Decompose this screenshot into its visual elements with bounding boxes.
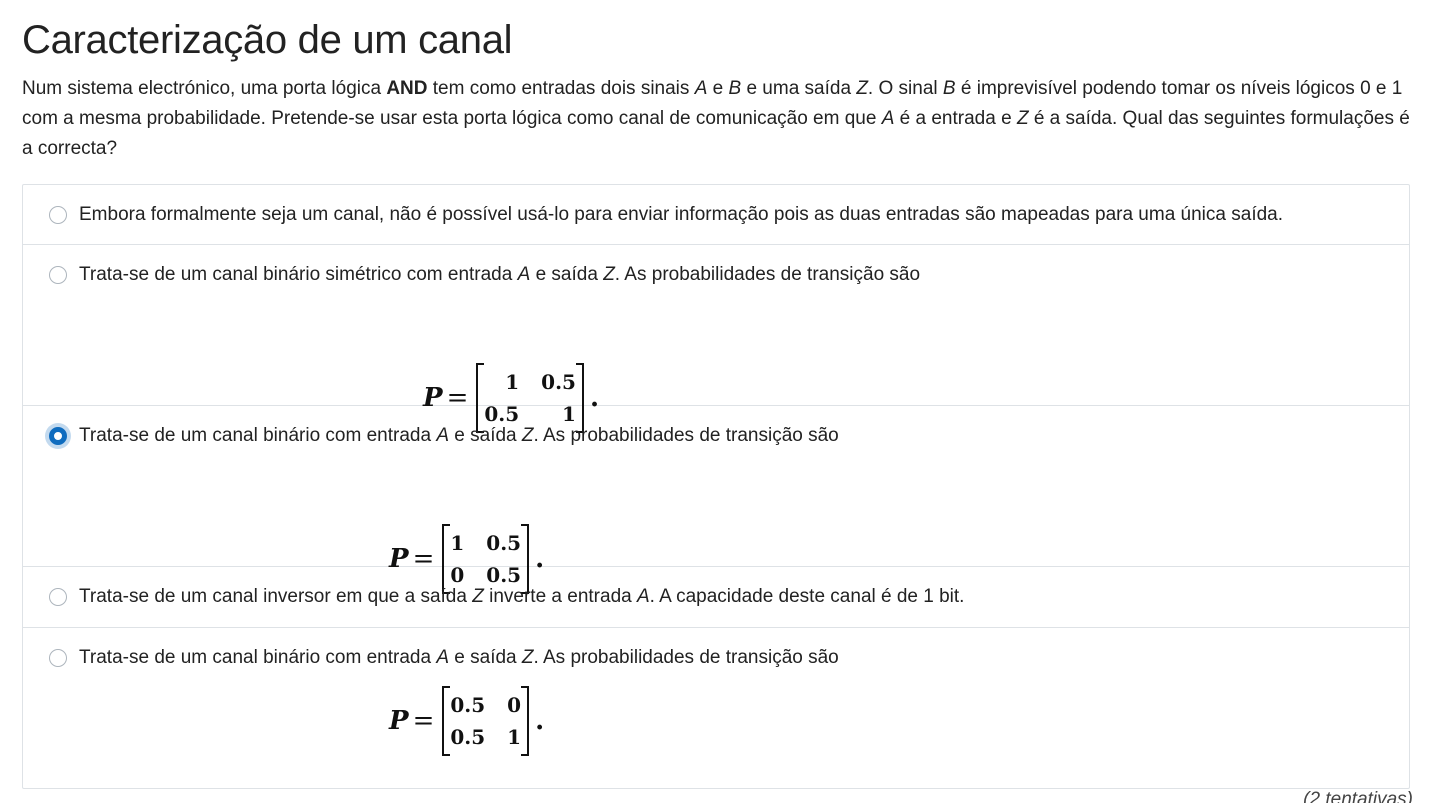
option-text: . As probabilidades de transição são — [614, 264, 921, 285]
option-text: inverte a entrada — [483, 586, 637, 607]
stem-text: Num sistema electrónico, uma porta lógic… — [22, 78, 387, 99]
matrix-period: . — [535, 706, 545, 736]
attempts-note: (2 tentativas) — [1303, 789, 1413, 803]
matrix-cell: 1 — [450, 531, 465, 555]
matrix-cell: 0.5 — [450, 693, 486, 717]
matrix-cell: 1 — [505, 370, 520, 394]
option-var-a: A — [636, 586, 650, 607]
answer-option-4[interactable]: Trata-se de um canal inversor em que a s… — [23, 567, 1409, 628]
option-text: e saída — [449, 647, 522, 668]
matrix-cell: 1 — [507, 725, 522, 749]
option-var-a: A — [436, 425, 449, 446]
option-text: Trata-se de um canal binário com entrada — [79, 647, 437, 668]
stem-var-a: A — [694, 78, 708, 99]
stem-text: e uma saída — [741, 78, 857, 99]
question-stem: Num sistema electrónico, uma porta lógic… — [22, 74, 1412, 164]
option-text: Trata-se de um canal inversor em que a s… — [79, 586, 473, 607]
stem-var-z: Z — [856, 78, 868, 99]
option-text: Trata-se de um canal binário simétrico c… — [79, 264, 518, 285]
stem-text: tem como entradas dois sinais — [427, 78, 695, 99]
matrix-cell: 0.5 — [486, 531, 522, 555]
option-label: Trata-se de um canal binário simétrico c… — [79, 260, 920, 290]
radio-button[interactable] — [49, 588, 67, 606]
answer-options: Embora formalmente seja um canal, não é … — [22, 184, 1410, 789]
option-text: Trata-se de um canal binário com entrada — [79, 425, 437, 446]
option-label: Trata-se de um canal inversor em que a s… — [79, 582, 964, 612]
option-text: . A capacidade deste canal é de 1 bit. — [649, 586, 965, 607]
radio-button[interactable] — [49, 206, 67, 224]
stem-and-keyword: AND — [386, 78, 428, 99]
stem-text: é a entrada e — [894, 108, 1017, 129]
option-text: e saída — [449, 425, 522, 446]
option-text: e saída — [530, 264, 604, 285]
option-var-a: A — [517, 264, 531, 285]
matrix-cell: 0.5 — [450, 725, 486, 749]
question-page: Caracterização de um canal Num sistema e… — [22, 0, 1412, 789]
option-var-z: Z — [521, 425, 534, 446]
option-text: . As probabilidades de transição são — [533, 647, 839, 668]
stem-var-b: B — [942, 78, 956, 99]
matrix-cell: 0.5 — [541, 370, 576, 394]
question-title: Caracterização de um canal — [22, 18, 513, 62]
option-text: . As probabilidades de transição são — [533, 425, 839, 446]
option-var-z: Z — [521, 647, 534, 668]
stem-var-a: A — [881, 108, 895, 129]
matrix-cell: 0 — [507, 693, 522, 717]
radio-button[interactable] — [49, 649, 67, 667]
transition-matrix: P = 0.5 0 0.5 1 . — [389, 686, 545, 756]
stem-text: . O sinal — [867, 78, 943, 99]
equals-sign: = — [412, 706, 435, 736]
matrix-symbol: P — [389, 706, 409, 736]
option-label: Trata-se de um canal binário com entrada… — [79, 421, 839, 451]
radio-button[interactable] — [49, 266, 67, 284]
option-label: Embora formalmente seja um canal, não é … — [79, 200, 1283, 230]
answer-option-2[interactable]: Trata-se de um canal binário simétrico c… — [23, 245, 1409, 433]
matrix-body: 0.5 0 0.5 1 — [442, 686, 529, 756]
answer-option-5[interactable]: Trata-se de um canal binário com entrada… — [23, 628, 1409, 788]
stem-text: e — [707, 78, 729, 99]
stem-var-z: Z — [1016, 108, 1029, 129]
option-var-z: Z — [603, 264, 615, 285]
stem-var-b: B — [728, 78, 742, 99]
radio-button-selected[interactable] — [49, 427, 67, 445]
option-var-z: Z — [472, 586, 484, 607]
option-text: Embora formalmente seja um canal, não é … — [79, 204, 1284, 225]
answer-option-1[interactable]: Embora formalmente seja um canal, não é … — [23, 185, 1409, 245]
answer-option-3[interactable]: Trata-se de um canal binário com entrada… — [23, 406, 1409, 594]
option-label: Trata-se de um canal binário com entrada… — [79, 643, 839, 673]
option-var-a: A — [436, 647, 449, 668]
